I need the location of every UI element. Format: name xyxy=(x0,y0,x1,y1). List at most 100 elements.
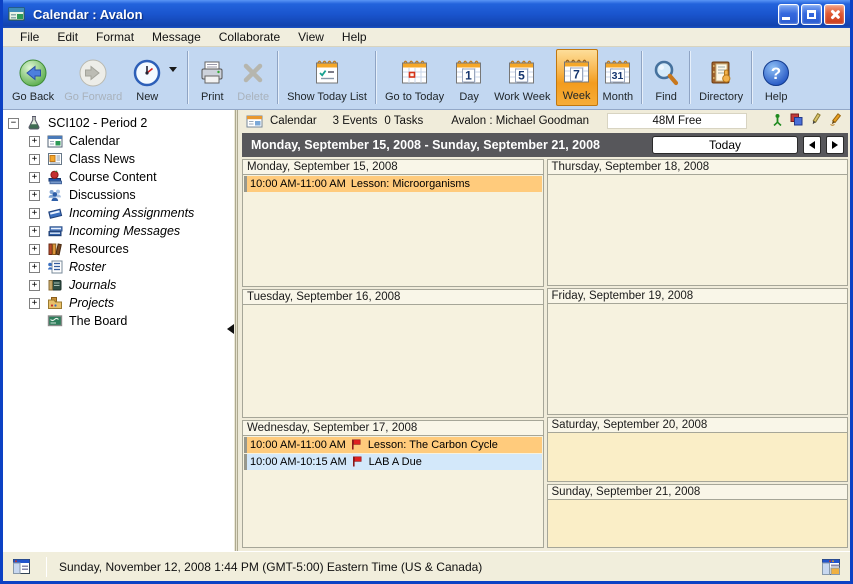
tree-expand-box[interactable]: + xyxy=(29,226,40,237)
menu-file[interactable]: File xyxy=(11,30,48,44)
tree-expand-box[interactable]: + xyxy=(29,298,40,309)
help-button[interactable]: ? Help xyxy=(756,49,796,106)
sidebar-item-class-news[interactable]: + Class News xyxy=(3,150,234,168)
find-button[interactable]: Find xyxy=(646,49,686,106)
tree-collapse-box[interactable]: − xyxy=(8,118,19,129)
sidebar-item-calendar[interactable]: + Calendar xyxy=(3,132,234,150)
print-button[interactable]: Print xyxy=(192,49,232,106)
work-week-view-button[interactable]: 5 Work Week xyxy=(489,49,555,106)
calendar-event[interactable]: 10:00 AM-11:00 AM Lesson: Microorganisms xyxy=(244,176,542,192)
sidebar-item-discussions[interactable]: + Discussions xyxy=(3,186,234,204)
storage-free-badge: 48M Free xyxy=(607,113,747,129)
next-week-button[interactable] xyxy=(826,136,844,154)
day-header[interactable]: Sunday, September 21, 2008 xyxy=(548,485,848,500)
close-button[interactable] xyxy=(824,4,845,25)
sidebar-item-projects[interactable]: + Projects xyxy=(3,294,234,312)
app-window: Calendar : Avalon File Edit Format Messa… xyxy=(0,0,853,584)
tree-root-sci102[interactable]: − SCI102 - Period 2 xyxy=(3,114,234,132)
event-time: 10:00 AM-10:15 AM xyxy=(250,456,347,468)
pencil-icon[interactable] xyxy=(810,113,822,129)
sidebar-item-incoming-assignments[interactable]: + Incoming Assignments xyxy=(3,204,234,222)
calendar-event[interactable]: 10:00 AM-11:00 AM Lesson: The Carbon Cyc… xyxy=(244,437,542,453)
close-icon xyxy=(829,9,840,20)
show-today-list-button[interactable]: Show Today List xyxy=(282,49,372,106)
arrow-left-icon xyxy=(809,141,815,149)
collapse-left-icon[interactable] xyxy=(227,324,234,334)
tree-expand-box[interactable]: + xyxy=(29,208,40,219)
today-button[interactable]: Today xyxy=(652,136,798,154)
tree-expand-box[interactable]: + xyxy=(29,154,40,165)
week-view-button[interactable]: 7 Week xyxy=(556,49,598,106)
menu-help[interactable]: Help xyxy=(333,30,376,44)
week-grid-right-column: Thursday, September 18, 2008 Friday, Sep… xyxy=(547,159,849,548)
person-icon[interactable] xyxy=(772,113,783,129)
day-header[interactable]: Tuesday, September 16, 2008 xyxy=(243,290,543,305)
menu-message[interactable]: Message xyxy=(143,30,210,44)
layers-icon[interactable] xyxy=(790,113,803,129)
tree-label: Course Content xyxy=(69,170,157,184)
day-body[interactable]: 10:00 AM-11:00 AM Lesson: The Carbon Cyc… xyxy=(243,436,543,547)
sidebar-item-the-board[interactable]: The Board xyxy=(3,312,234,330)
books-stack-icon xyxy=(47,223,64,239)
tree-expand-box[interactable]: + xyxy=(29,280,40,291)
tree-expand-box[interactable]: + xyxy=(29,190,40,201)
gold-pencil-icon[interactable] xyxy=(829,113,842,129)
maximize-button[interactable] xyxy=(801,4,822,25)
go-back-button[interactable]: Go Back xyxy=(7,49,59,106)
tree-expand-box[interactable]: + xyxy=(29,262,40,273)
day-header[interactable]: Thursday, September 18, 2008 xyxy=(548,160,848,175)
calendar-info-bar: Calendar 3 Events 0 Tasks Avalon : Micha… xyxy=(242,111,848,131)
sidebar-item-roster[interactable]: + Roster xyxy=(3,258,234,276)
menu-view[interactable]: View xyxy=(289,30,333,44)
menu-collaborate[interactable]: Collaborate xyxy=(210,30,289,44)
toolbar-label: Delete xyxy=(237,91,269,104)
day-body[interactable] xyxy=(548,175,848,285)
status-window-icon[interactable] xyxy=(13,559,30,574)
pane-splitter[interactable] xyxy=(234,110,240,551)
day-body[interactable]: 10:00 AM-11:00 AM Lesson: Microorganisms xyxy=(243,175,543,286)
tree-expand-box[interactable]: + xyxy=(29,244,40,255)
go-to-today-button[interactable]: Go to Today xyxy=(380,49,449,106)
day-view-button[interactable]: 1 Day xyxy=(449,49,489,106)
sidebar-item-journals[interactable]: + Journals xyxy=(3,276,234,294)
tree-expand-box[interactable]: + xyxy=(29,172,40,183)
day-cell-wednesday: Wednesday, September 17, 2008 10:00 AM-1… xyxy=(242,420,544,548)
toolbar-label: Go Forward xyxy=(64,91,122,104)
go-forward-icon xyxy=(78,55,108,91)
month-view-button[interactable]: 31 Month xyxy=(598,49,639,106)
minimize-icon xyxy=(782,17,790,20)
directory-button[interactable]: Directory xyxy=(694,49,748,106)
minimize-button[interactable] xyxy=(778,4,799,25)
day-body[interactable] xyxy=(548,500,848,547)
day-header[interactable]: Saturday, September 20, 2008 xyxy=(548,418,848,433)
find-icon xyxy=(651,55,681,91)
week-range-bar: Monday, September 15, 2008 - Sunday, Sep… xyxy=(242,133,848,157)
day-body[interactable] xyxy=(243,305,543,416)
toolbar-separator xyxy=(375,51,377,104)
tasks-count: 0 Tasks xyxy=(384,115,423,127)
status-panel-icon[interactable] xyxy=(822,559,840,575)
menu-bar: File Edit Format Message Collaborate Vie… xyxy=(3,28,850,47)
calendar-event[interactable]: 10:00 AM-10:15 AM LAB A Due xyxy=(244,454,542,470)
toolbar-label: Show Today List xyxy=(287,91,367,104)
sidebar-item-course-content[interactable]: + Course Content xyxy=(3,168,234,186)
week-range-label: Monday, September 15, 2008 - Sunday, Sep… xyxy=(251,138,600,152)
window-controls xyxy=(778,4,845,25)
people-icon xyxy=(47,187,64,203)
bookshelf-icon xyxy=(47,241,64,257)
previous-week-button[interactable] xyxy=(803,136,821,154)
day-body[interactable] xyxy=(548,304,848,414)
day-body[interactable] xyxy=(548,433,848,481)
day-header[interactable]: Wednesday, September 17, 2008 xyxy=(243,421,543,436)
sidebar-item-incoming-messages[interactable]: + Incoming Messages xyxy=(3,222,234,240)
new-button[interactable]: New xyxy=(127,49,167,106)
tree-expand-box[interactable]: + xyxy=(29,136,40,147)
toolbar-label: Week xyxy=(563,90,591,103)
sidebar-item-resources[interactable]: + Resources xyxy=(3,240,234,258)
menu-format[interactable]: Format xyxy=(87,30,143,44)
day-header[interactable]: Monday, September 15, 2008 xyxy=(243,160,543,175)
new-dropdown-button[interactable] xyxy=(167,49,184,106)
toolbar-label: Day xyxy=(459,91,479,104)
day-header[interactable]: Friday, September 19, 2008 xyxy=(548,289,848,304)
menu-edit[interactable]: Edit xyxy=(48,30,87,44)
